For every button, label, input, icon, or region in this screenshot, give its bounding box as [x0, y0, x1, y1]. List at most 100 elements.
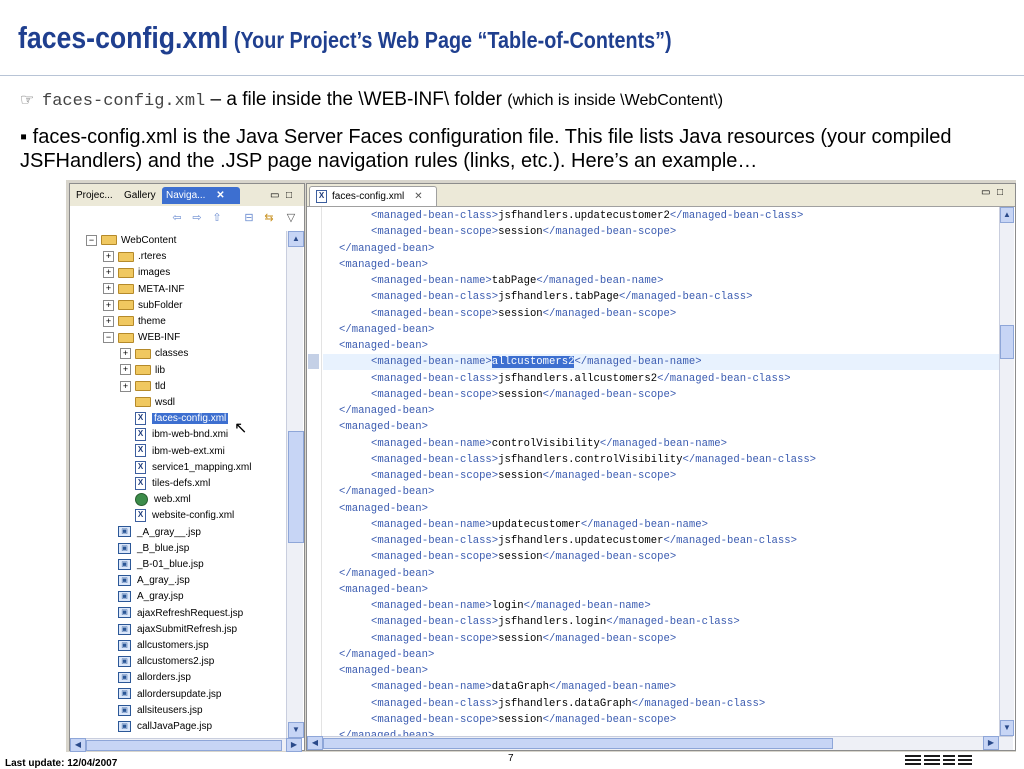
- code-line: <managed-bean-class>jsfhandlers.controlV…: [323, 452, 999, 468]
- navigator-vertical-scrollbar[interactable]: ▲ ▼: [286, 231, 304, 738]
- tree-item[interactable]: ▣ _B-01_blue.jsp: [103, 557, 204, 573]
- navigator-scroll-thumb[interactable]: [288, 431, 304, 543]
- tree-item[interactable]: + subFolder: [103, 298, 182, 314]
- expand-icon[interactable]: +: [103, 299, 114, 311]
- scroll-left-icon[interactable]: ◀: [307, 736, 323, 750]
- company-logo: [905, 755, 972, 765]
- collapse-icon[interactable]: −: [103, 332, 114, 344]
- tree-item[interactable]: ▣ _B_blue.jsp: [103, 541, 189, 557]
- tree-item[interactable]: Xfaces-config.xml: [120, 411, 229, 427]
- xml-open-tag: <managed-bean-class>: [371, 616, 499, 629]
- editor-hscroll-thumb[interactable]: [323, 738, 833, 749]
- scroll-right-icon[interactable]: ▶: [286, 738, 302, 752]
- jsp-file-icon: ▣: [118, 591, 131, 603]
- tree-item[interactable]: wsdl: [120, 395, 175, 411]
- up-icon[interactable]: ⇧: [210, 211, 224, 225]
- tree-item[interactable]: ▣ callJavaPage.jsp: [103, 719, 212, 735]
- tree-item[interactable]: ▣ A_gray.jsp: [103, 589, 184, 605]
- tree-item-label: allcustomers2.jsp: [137, 656, 215, 668]
- tree-item[interactable]: ▣ allordersupdate.jsp: [103, 687, 222, 703]
- scroll-up-icon[interactable]: ▲: [288, 231, 304, 247]
- expand-icon[interactable]: +: [103, 251, 114, 263]
- tree-item-label: service1_mapping.xml: [152, 461, 252, 473]
- expand-icon[interactable]: +: [120, 380, 131, 392]
- current-line-marker: [308, 354, 319, 369]
- navigator-horizontal-scrollbar[interactable]: ◀ ▶: [70, 738, 302, 752]
- tree-item[interactable]: ▣ A_gray_.jsp: [103, 573, 190, 589]
- xml-value: jsfhandlers.updatecustomer: [498, 535, 664, 547]
- xml-source[interactable]: <managed-bean-class> jsfhandlers.updatecu…: [323, 207, 999, 736]
- code-line: <managed-bean>: [323, 257, 999, 273]
- editor-horizontal-scrollbar[interactable]: ◀ ▶: [307, 736, 1013, 750]
- collapse-icon[interactable]: −: [86, 234, 97, 246]
- view-menu-icon[interactable]: ▽: [284, 211, 298, 225]
- eclipse-window: Projec... Gallery Naviga... ✕ ▭ □ ⇦ ⇨ ⇧ …: [66, 180, 1016, 752]
- tree-item-label: allorders.jsp: [137, 672, 191, 684]
- expand-icon[interactable]: +: [103, 315, 114, 327]
- editor-vertical-scrollbar[interactable]: ▲ ▼: [999, 207, 1014, 736]
- tree-item[interactable]: Xibm-web-bnd.xmi: [120, 427, 228, 443]
- tree-item-label: ibm-web-ext.xmi: [152, 445, 225, 457]
- minimize-icon[interactable]: ▭: [266, 187, 283, 204]
- xml-file-icon: X: [135, 412, 146, 426]
- tree-item[interactable]: Xtiles-defs.xml: [120, 476, 210, 492]
- xml-open-tag: <managed-bean-scope>: [371, 470, 499, 482]
- tree-item[interactable]: + lib: [120, 363, 165, 379]
- tree-item[interactable]: ▣ allcustomers2.jsp: [103, 654, 214, 670]
- close-icon[interactable]: ✕: [414, 191, 422, 202]
- tree-item[interactable]: + tld: [120, 379, 166, 395]
- scroll-right-icon[interactable]: ▶: [983, 736, 999, 750]
- minimize-icon[interactable]: ▭: [981, 187, 990, 198]
- tree-item[interactable]: ▣ allsiteusers.jsp: [103, 703, 203, 719]
- close-icon[interactable]: ✕: [216, 190, 224, 201]
- tree-item[interactable]: ▣ allorders.jsp: [103, 670, 191, 686]
- code-line: <managed-bean-name>tabPage</managed-bean…: [323, 273, 999, 289]
- scroll-up-icon[interactable]: ▲: [1000, 207, 1014, 223]
- tree-item[interactable]: Xibm-web-ext.xmi: [120, 444, 225, 460]
- forward-icon[interactable]: ⇨: [190, 211, 204, 225]
- code-line: <managed-bean-name>allcustomers2</manage…: [323, 354, 999, 371]
- maximize-icon[interactable]: □: [282, 187, 296, 204]
- tree-item[interactable]: ▣ ajaxSubmitRefresh.jsp: [103, 622, 237, 638]
- expand-icon[interactable]: +: [120, 364, 131, 376]
- xml-close-tag: </managed-bean-name>: [536, 275, 664, 287]
- xml-open-tag: <managed-bean-name>: [371, 275, 492, 287]
- scroll-down-icon[interactable]: ▼: [288, 722, 304, 738]
- tree-item[interactable]: Xwebsite-config.xml: [120, 508, 234, 524]
- maximize-icon[interactable]: □: [997, 187, 1003, 198]
- tree-item-label: tiles-defs.xml: [152, 478, 211, 489]
- tree-item[interactable]: + images: [103, 265, 170, 281]
- code-line: <managed-bean-name>updatecustomer</manag…: [323, 517, 999, 533]
- back-icon[interactable]: ⇦: [170, 211, 184, 225]
- tree-item[interactable]: − WEB-INF: [103, 330, 180, 346]
- tree-item[interactable]: ▣ _A_gray__.jsp: [103, 525, 201, 541]
- scroll-down-icon[interactable]: ▼: [1000, 720, 1014, 736]
- tab-navigator[interactable]: Naviga... ✕: [162, 187, 240, 204]
- tree-item[interactable]: + .rteres: [103, 249, 166, 265]
- tree-item-label: A_gray_.jsp: [137, 575, 190, 587]
- tree-item[interactable]: web.xml: [120, 492, 191, 508]
- collapse-all-icon[interactable]: ⊟: [242, 211, 256, 225]
- tree-item[interactable]: ▣ allcustomers.jsp: [103, 638, 209, 654]
- tree-item-label: subFolder: [138, 299, 183, 311]
- web-xml-globe-icon: [135, 493, 148, 507]
- tree-item[interactable]: + classes: [120, 346, 188, 362]
- expand-icon[interactable]: +: [120, 348, 131, 360]
- editor-scroll-thumb[interactable]: [1000, 325, 1014, 359]
- tab-gallery[interactable]: Gallery: [120, 187, 160, 204]
- tree-item[interactable]: + META-INF: [103, 282, 184, 298]
- tree-item[interactable]: ▣ ajaxRefreshRequest.jsp: [103, 606, 243, 622]
- link-with-editor-icon[interactable]: ⇆: [262, 211, 276, 225]
- code-line: <managed-bean>: [323, 663, 999, 679]
- tree-item[interactable]: Xservice1_mapping.xml: [120, 460, 252, 476]
- xml-value: allcustomers2: [491, 356, 575, 369]
- tree-item[interactable]: − WebContent: [86, 233, 176, 249]
- editor-tab-faces-config[interactable]: Xfaces-config.xml ✕: [309, 186, 437, 206]
- tree-item[interactable]: + theme: [103, 314, 166, 330]
- scroll-left-icon[interactable]: ◀: [70, 738, 86, 752]
- tree-item-label: .rteres: [138, 251, 167, 263]
- expand-icon[interactable]: +: [103, 267, 114, 279]
- expand-icon[interactable]: +: [103, 283, 114, 295]
- tab-project-explorer[interactable]: Projec...: [72, 187, 117, 204]
- navigator-hscroll-thumb[interactable]: [86, 740, 282, 751]
